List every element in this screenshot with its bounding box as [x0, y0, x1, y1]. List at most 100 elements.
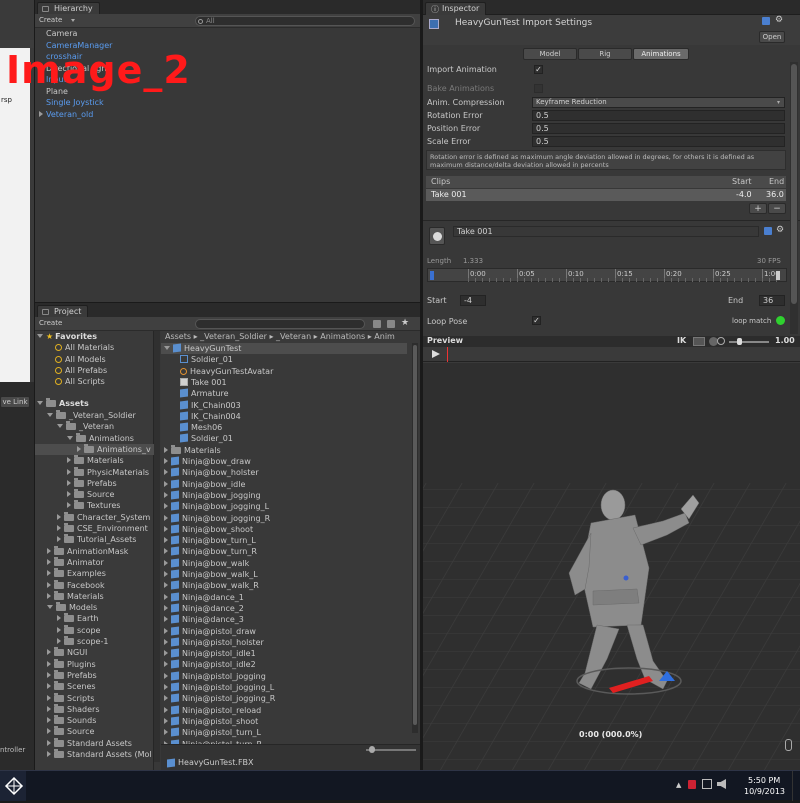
- tab-animations[interactable]: Animations: [633, 48, 689, 60]
- expand-arrow-icon[interactable]: [47, 570, 51, 577]
- tree-folder-item[interactable]: scope-1: [57, 636, 108, 647]
- ik-label[interactable]: IK: [677, 336, 686, 345]
- file-item[interactable]: Ninja@pistol_jogging_R: [164, 693, 275, 704]
- expand-arrow-icon[interactable]: [67, 468, 71, 475]
- tree-folder-item[interactable]: Materials: [67, 455, 124, 466]
- file-item[interactable]: Ninja@bow_jogging: [164, 490, 261, 501]
- expand-arrow-icon[interactable]: [164, 503, 168, 510]
- tree-folder-item[interactable]: Plugins: [47, 658, 96, 670]
- tree-folder-item[interactable]: Sounds: [47, 715, 96, 726]
- search-filter-icon[interactable]: [373, 320, 381, 328]
- expand-arrow-icon[interactable]: [164, 571, 168, 577]
- expand-arrow-icon[interactable]: [164, 627, 168, 634]
- file-item[interactable]: Take 001: [180, 377, 227, 388]
- expand-arrow-icon[interactable]: [164, 480, 168, 487]
- favorite-item[interactable]: All Models: [55, 354, 106, 365]
- expand-arrow-icon[interactable]: [164, 593, 168, 600]
- tree-folder-item[interactable]: Standard Assets (Mol: [47, 749, 152, 760]
- expand-arrow-icon[interactable]: [47, 683, 51, 690]
- expand-arrow-icon[interactable]: [67, 502, 71, 509]
- file-item[interactable]: Ninja@bow_draw: [164, 456, 251, 467]
- preview-play-icon[interactable]: [432, 350, 440, 358]
- tree-folder-item[interactable]: CSE_Environment: [57, 523, 148, 534]
- tree-folder-item[interactable]: Textures: [67, 500, 120, 511]
- expand-arrow-icon[interactable]: [164, 695, 168, 702]
- expand-arrow-icon[interactable]: [164, 717, 168, 724]
- end-field[interactable]: 36: [759, 295, 785, 306]
- open-button[interactable]: Open: [759, 31, 785, 43]
- tray-network-icon[interactable]: [702, 779, 712, 789]
- tree-folder-item[interactable]: Scenes: [47, 681, 96, 692]
- tree-folder-item[interactable]: _Veteran: [57, 421, 114, 432]
- timeline-ruler[interactable]: 0:00 0:05 0:10 0:15 0:20 0:25 1:00: [427, 268, 787, 282]
- file-item[interactable]: Ninja@pistol_idle1: [164, 648, 256, 659]
- file-item[interactable]: Ninja@pistol_holster: [164, 637, 264, 648]
- file-item[interactable]: Ninja@pistol_jogging_L: [164, 682, 274, 693]
- expand-arrow-icon[interactable]: [164, 525, 168, 532]
- expand-arrow-icon[interactable]: [164, 650, 168, 657]
- tree-folder-item[interactable]: Scripts: [47, 692, 94, 704]
- expand-arrow-icon[interactable]: [164, 559, 168, 566]
- tray-flag-icon[interactable]: [688, 780, 696, 789]
- expand-arrow-icon[interactable]: [47, 694, 51, 701]
- anim-compression-dropdown[interactable]: Keyframe Reduction: [532, 97, 785, 108]
- tree-folder-item[interactable]: Models: [47, 602, 97, 613]
- file-item[interactable]: Ninja@pistol_turn_L: [164, 727, 261, 738]
- expand-arrow-icon[interactable]: [164, 616, 168, 623]
- inspector-tab[interactable]: ⓘ Inspector: [425, 2, 487, 15]
- speed-slider-thumb[interactable]: [737, 338, 742, 345]
- preview-viewport[interactable]: 0:00 (000.0%): [423, 363, 800, 770]
- resize-handle-icon[interactable]: [785, 739, 792, 751]
- tree-folder-item[interactable]: Source: [67, 489, 114, 500]
- tab-model[interactable]: Model: [523, 48, 577, 60]
- tree-folder-item[interactable]: Prefabs: [47, 669, 97, 681]
- tree-folder-item[interactable]: NGUI: [47, 647, 87, 658]
- expand-arrow-icon[interactable]: [47, 705, 51, 712]
- help-icon[interactable]: [762, 17, 770, 25]
- tree-folder-item[interactable]: scope: [57, 624, 100, 636]
- file-item[interactable]: Ninja@pistol_draw: [164, 625, 256, 637]
- expand-arrow-icon[interactable]: [67, 457, 71, 464]
- file-item[interactable]: Mesh06: [180, 422, 222, 433]
- favorites-header[interactable]: ★ Favorites: [37, 331, 97, 342]
- add-clip-button[interactable]: +: [749, 203, 767, 214]
- scene-view[interactable]: rsp ve Link ntroller: [0, 0, 34, 770]
- collapse-arrow-icon[interactable]: [47, 413, 53, 417]
- tree-folder-item[interactable]: Animations: [67, 432, 134, 444]
- file-item[interactable]: Ninja@bow_walk: [164, 558, 249, 569]
- expand-arrow-icon[interactable]: [164, 548, 168, 555]
- project-breadcrumb[interactable]: Assets ▸ _Veteran_Soldier ▸ _Veteran ▸ A…: [165, 331, 420, 342]
- zoom-slider-thumb[interactable]: [369, 746, 375, 753]
- expand-arrow-icon[interactable]: [47, 547, 51, 554]
- speed-slider[interactable]: [729, 341, 769, 343]
- collapse-arrow-icon[interactable]: [67, 435, 73, 440]
- tree-folder-item[interactable]: Animator: [47, 556, 104, 568]
- tree-folder-item[interactable]: Earth: [57, 613, 98, 624]
- file-item[interactable]: HeavyGunTest: [164, 343, 241, 354]
- expand-arrow-icon[interactable]: [67, 479, 71, 486]
- hierarchy-create-button[interactable]: Create: [39, 16, 62, 24]
- expand-arrow-icon[interactable]: [67, 491, 71, 498]
- take-gear-icon[interactable]: ⚙: [776, 225, 784, 235]
- files-scrollbar[interactable]: [412, 343, 418, 733]
- tray-chevron-icon[interactable]: ▲: [676, 781, 681, 789]
- file-item[interactable]: Ninja@bow_shoot: [164, 524, 253, 535]
- file-item[interactable]: Ninja@dance_1: [164, 592, 244, 603]
- tree-folder-item[interactable]: Source: [47, 726, 94, 737]
- file-item[interactable]: Ninja@dance_3: [164, 614, 244, 625]
- favorite-item[interactable]: All Materials: [55, 342, 114, 353]
- assets-header[interactable]: Assets: [37, 398, 89, 409]
- show-desktop-button[interactable]: [792, 771, 800, 801]
- timeline-end-marker-icon[interactable]: [776, 271, 780, 280]
- file-item[interactable]: HeavyGunTestAvatar: [180, 366, 273, 377]
- expand-arrow-icon[interactable]: [57, 513, 61, 520]
- tree-folder-item[interactable]: Shaders: [47, 703, 100, 715]
- tree-scrollbar[interactable]: [154, 331, 160, 762]
- file-item[interactable]: Ninja@bow_holster: [164, 467, 259, 478]
- position-error-field[interactable]: 0.5: [532, 123, 785, 134]
- files-scroll-thumb[interactable]: [413, 345, 417, 725]
- expand-arrow-icon[interactable]: [47, 660, 51, 667]
- tree-folder-item[interactable]: _Veteran_Soldier: [47, 410, 136, 421]
- file-item[interactable]: Ninja@pistol_idle2: [164, 659, 256, 670]
- favorite-star-icon[interactable]: ★: [401, 318, 409, 328]
